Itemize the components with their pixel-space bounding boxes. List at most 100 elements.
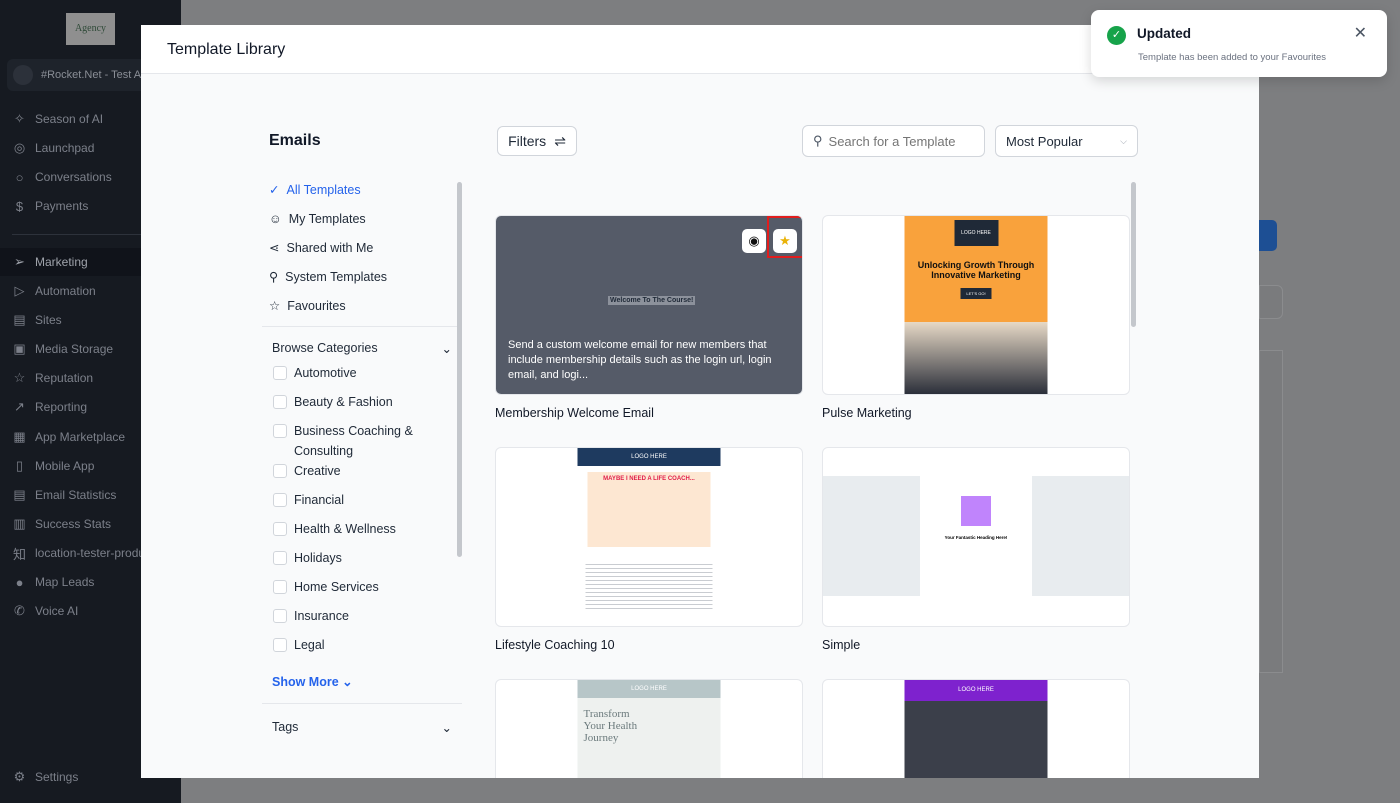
filters-button[interactable]: Filters ⇌ [497, 126, 577, 156]
sidebar-item-label: App Marketplace [35, 430, 126, 444]
preview-text [585, 561, 713, 611]
category-checkbox[interactable]: Creative [262, 461, 462, 490]
checkbox[interactable] [273, 464, 287, 478]
template-card[interactable]: LOGO HERE Transform Your Health Journey [495, 679, 803, 778]
checkbox[interactable] [273, 522, 287, 536]
checkbox[interactable] [273, 493, 287, 507]
nav-icon: ○ [15, 169, 24, 185]
email-preview: Your Fantastic Heading Here! [920, 448, 1032, 626]
checkbox[interactable] [273, 609, 287, 623]
sidebar-item-label: Email Statistics [35, 488, 117, 502]
nav-my-templates[interactable]: ☺ My Templates [262, 204, 462, 233]
template-description: Send a custom welcome email for new memb… [508, 339, 772, 381]
category-label: Business Coaching & Consulting [294, 424, 413, 458]
category-label: Insurance [294, 609, 349, 623]
nav-icon: ✧ [14, 111, 25, 126]
template-thumbnail[interactable]: LOGO HERE MAYBE I NEED A LIFE COACH... [495, 447, 803, 627]
template-name: Simple [822, 638, 861, 652]
nav-icon: ☆ [269, 299, 281, 313]
search-icon: ⚲ [813, 133, 823, 148]
category-checkbox[interactable]: Automotive [262, 363, 462, 392]
agency-logo: Agency [66, 13, 115, 45]
nav-system-templates[interactable]: ⚲ System Templates [262, 262, 462, 291]
grid-scrollbar[interactable] [1131, 182, 1136, 327]
template-card[interactable]: LOGO HERE Unlocking Growth Through Innov… [822, 215, 1130, 420]
sidebar-scrollbar[interactable] [457, 182, 462, 557]
sidebar-item-label: Season of AI [35, 112, 104, 126]
category-label: Beauty & Fashion [294, 395, 393, 409]
sidebar-item-label: Payments [35, 199, 89, 213]
show-more-link[interactable]: Show More ⌄ [262, 674, 462, 689]
account-icon [13, 65, 33, 85]
preview-logo: LOGO HERE [577, 448, 721, 466]
section-title: Emails [269, 132, 321, 149]
template-name: Membership Welcome Email [495, 406, 654, 420]
template-card[interactable]: LOGO HERE [822, 679, 1130, 778]
nav-icon: ⋖ [269, 241, 280, 255]
nav-icon: ✆ [14, 603, 25, 618]
checkbox[interactable] [273, 580, 287, 594]
template-name: Lifestyle Coaching 10 [495, 638, 615, 652]
sidebar-item-label: Automation [35, 284, 96, 298]
nav-icon: ▥ [13, 516, 26, 531]
checkbox[interactable] [273, 551, 287, 565]
sidebar-item-label: Success Stats [35, 517, 112, 531]
category-checkbox[interactable]: Health & Wellness [262, 519, 462, 548]
category-checkbox[interactable]: Legal [262, 635, 462, 664]
preview-button[interactable]: ◉ [742, 229, 766, 253]
email-preview: LOGO HERE [904, 680, 1048, 778]
template-thumbnail[interactable]: Your Fantastic Heading Here! [822, 447, 1130, 627]
tags-toggle[interactable]: Tags ⌄ [262, 712, 462, 742]
background-button [1259, 285, 1283, 319]
checkbox[interactable] [273, 638, 287, 652]
category-label: Automotive [294, 366, 357, 380]
preview-logo: LOGO HERE [577, 680, 721, 698]
preview-heading: MAYBE I NEED A LIFE COACH... [603, 476, 695, 482]
browse-categories-toggle[interactable]: Browse Categories ⌄ [262, 333, 462, 363]
nav-favourites[interactable]: ☆ Favourites [262, 291, 462, 320]
template-thumbnail[interactable]: Send a custom welcome email for new memb… [495, 215, 803, 395]
chevron-down-icon: ⌄ [441, 341, 452, 356]
checkbox[interactable] [273, 366, 287, 380]
preview-illustration [961, 496, 991, 526]
nav-shared-with-me[interactable]: ⋖ Shared with Me [262, 233, 462, 262]
template-thumbnail[interactable]: LOGO HERE Unlocking Growth Through Innov… [822, 215, 1130, 395]
search-box[interactable]: ⚲ [802, 125, 985, 157]
checkbox[interactable] [273, 424, 287, 438]
preview-photo [904, 322, 1048, 394]
preview-heading: Your Fantastic Heading Here! [944, 535, 1008, 540]
highlight-box [767, 216, 802, 258]
nav-all-templates[interactable]: ✓ All Templates [262, 175, 462, 204]
category-checkbox[interactable]: Holidays [262, 548, 462, 577]
category-label: Health & Wellness [294, 522, 396, 536]
nav-icon: ▯ [15, 458, 24, 473]
template-card[interactable]: LOGO HERE MAYBE I NEED A LIFE COACH... L… [495, 447, 803, 652]
template-thumbnail[interactable]: LOGO HERE [822, 679, 1130, 778]
preview-heading: Unlocking Growth Through Innovative Mark… [917, 260, 1035, 280]
template-card[interactable]: Send a custom welcome email for new memb… [495, 215, 803, 420]
checkbox[interactable] [273, 395, 287, 409]
category-checkbox[interactable]: Insurance [262, 606, 462, 635]
template-thumbnail[interactable]: LOGO HERE Transform Your Health Journey [495, 679, 803, 778]
template-library-modal: Template Library Emails Filters⇌ ⚲ Most … [141, 25, 1259, 778]
category-checkbox[interactable]: Beauty & Fashion [262, 392, 462, 421]
sliders-icon: ⇌ [554, 132, 566, 149]
search-input[interactable] [828, 133, 979, 149]
divider [262, 703, 462, 704]
nav-label: Shared with Me [286, 240, 374, 255]
category-label: Legal [294, 638, 325, 652]
browse-categories-label: Browse Categories [272, 341, 378, 355]
sort-select[interactable]: Most Popular ⌵ [995, 125, 1138, 157]
chevron-down-icon: ⌵ [1120, 135, 1127, 146]
category-label: Holidays [294, 551, 342, 565]
category-checkbox[interactable]: Home Services [262, 577, 462, 606]
toast-notification: ✓ Updated Template has been added to you… [1091, 10, 1387, 77]
template-card[interactable]: Your Fantastic Heading Here! Simple [822, 447, 1130, 652]
close-icon[interactable]: ✕ [1354, 23, 1367, 43]
chevron-down-icon: ⌄ [441, 720, 452, 735]
nav-label: System Templates [285, 269, 388, 284]
nav-icon: 知 [12, 546, 26, 562]
show-more-label: Show More [272, 675, 339, 689]
category-checkbox[interactable]: Financial [262, 490, 462, 519]
category-checkbox[interactable]: Business Coaching & Consulting [262, 421, 462, 461]
